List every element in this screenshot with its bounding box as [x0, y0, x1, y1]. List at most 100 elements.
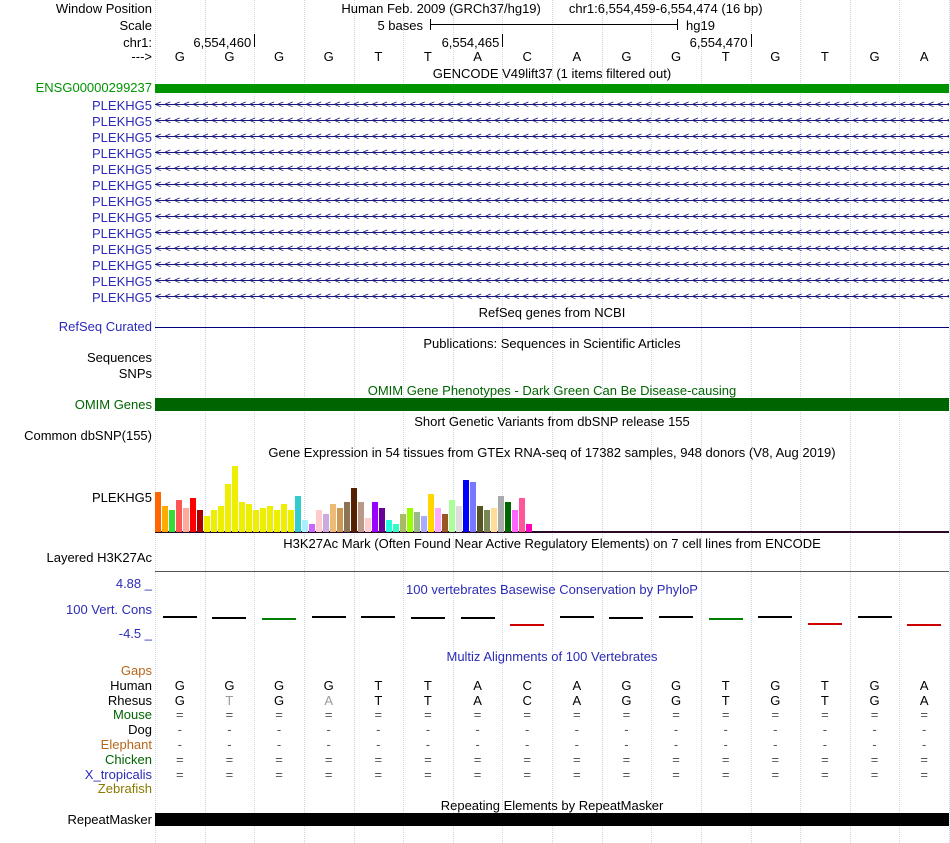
track-title-repeatmasker[interactable]: Repeating Elements by RepeatMasker: [155, 799, 949, 812]
gencode-transcript-label[interactable]: PLEKHG5: [0, 243, 152, 256]
gtex-expression-bar[interactable]: [428, 494, 434, 532]
gtex-expression-bar[interactable]: [274, 510, 280, 532]
gtex-gene-label[interactable]: PLEKHG5: [0, 491, 152, 504]
gtex-expression-bar[interactable]: [379, 508, 385, 532]
multiz-species-label[interactable]: Dog: [0, 723, 152, 736]
h3k27ac-track-label[interactable]: Layered H3K27Ac: [0, 551, 152, 564]
track-title-phylop[interactable]: 100 vertebrates Basewise Conservation by…: [155, 583, 949, 596]
gencode-transcript-label[interactable]: PLEKHG5: [0, 227, 152, 240]
gencode-gene-label[interactable]: ENSG00000299237: [0, 81, 152, 94]
gtex-expression-bar[interactable]: [372, 502, 378, 532]
refseq-curated-label[interactable]: RefSeq Curated: [0, 320, 152, 333]
track-title-gtex[interactable]: Gene Expression in 54 tissues from GTEx …: [155, 446, 949, 459]
gtex-expression-bar[interactable]: [316, 510, 322, 532]
multiz-species-label[interactable]: Zebrafish: [0, 782, 152, 795]
gtex-expression-bar[interactable]: [302, 520, 308, 532]
gencode-transcript-label[interactable]: PLEKHG5: [0, 195, 152, 208]
multiz-species-label[interactable]: Chicken: [0, 753, 152, 766]
track-title-omim[interactable]: OMIM Gene Phenotypes - Dark Green Can Be…: [155, 384, 949, 397]
gencode-transcript-label[interactable]: PLEKHG5: [0, 259, 152, 272]
gtex-expression-bar[interactable]: [232, 466, 238, 532]
gencode-transcript-line[interactable]: <<<<<<<<<<<<<<<<<<<<<<<<<<<<<<<<<<<<<<<<…: [155, 257, 949, 273]
gtex-expression-bar[interactable]: [463, 480, 469, 532]
gencode-transcript-line[interactable]: <<<<<<<<<<<<<<<<<<<<<<<<<<<<<<<<<<<<<<<<…: [155, 97, 949, 113]
gtex-expression-bar[interactable]: [169, 510, 175, 532]
track-title-gencode[interactable]: GENCODE V49lift37 (1 items filtered out): [155, 67, 949, 80]
gtex-expression-bar[interactable]: [344, 502, 350, 532]
dbsnp-track-label[interactable]: Common dbSNP(155): [0, 429, 152, 442]
gencode-transcript-line[interactable]: <<<<<<<<<<<<<<<<<<<<<<<<<<<<<<<<<<<<<<<<…: [155, 161, 949, 177]
gtex-expression-bar[interactable]: [246, 504, 252, 532]
gtex-expression-bar[interactable]: [351, 488, 357, 532]
gencode-transcript-line[interactable]: <<<<<<<<<<<<<<<<<<<<<<<<<<<<<<<<<<<<<<<<…: [155, 289, 949, 305]
gtex-expression-bar[interactable]: [309, 524, 315, 532]
gtex-expression-bar[interactable]: [393, 524, 399, 532]
gtex-expression-bar[interactable]: [323, 514, 329, 532]
multiz-species-label[interactable]: X_tropicalis: [0, 768, 152, 781]
phylop-track-label[interactable]: 100 Vert. Cons: [0, 603, 152, 616]
gencode-transcript-line[interactable]: <<<<<<<<<<<<<<<<<<<<<<<<<<<<<<<<<<<<<<<<…: [155, 273, 949, 289]
refseq-curated-line[interactable]: [155, 327, 949, 328]
gtex-expression-bar[interactable]: [358, 502, 364, 532]
gencode-gene-bar[interactable]: [155, 84, 949, 93]
track-title-dbsnp[interactable]: Short Genetic Variants from dbSNP releas…: [155, 415, 949, 428]
gtex-expression-bar[interactable]: [519, 498, 525, 532]
gtex-expression-bar[interactable]: [190, 498, 196, 532]
multiz-species-label[interactable]: Gaps: [0, 664, 152, 677]
multiz-species-label[interactable]: Human: [0, 679, 152, 692]
gtex-expression-bar[interactable]: [456, 506, 462, 532]
gtex-expression-bar[interactable]: [155, 492, 161, 532]
gtex-expression-bar[interactable]: [281, 504, 287, 532]
gencode-transcript-line[interactable]: <<<<<<<<<<<<<<<<<<<<<<<<<<<<<<<<<<<<<<<<…: [155, 113, 949, 129]
repeatmasker-track-label[interactable]: RepeatMasker: [0, 813, 152, 826]
gtex-expression-bar[interactable]: [211, 510, 217, 532]
gtex-expression-bar[interactable]: [288, 510, 294, 532]
gencode-transcript-label[interactable]: PLEKHG5: [0, 99, 152, 112]
gencode-transcript-label[interactable]: PLEKHG5: [0, 275, 152, 288]
gtex-expression-bar[interactable]: [484, 510, 490, 532]
gtex-expression-bar[interactable]: [365, 518, 371, 532]
gtex-expression-bar[interactable]: [498, 496, 504, 532]
track-title-publications[interactable]: Publications: Sequences in Scientific Ar…: [155, 337, 949, 350]
omim-genes-label[interactable]: OMIM Genes: [0, 398, 152, 411]
gencode-transcript-line[interactable]: <<<<<<<<<<<<<<<<<<<<<<<<<<<<<<<<<<<<<<<<…: [155, 129, 949, 145]
track-title-multiz[interactable]: Multiz Alignments of 100 Vertebrates: [155, 650, 949, 663]
gtex-expression-bar[interactable]: [449, 500, 455, 532]
gtex-expression-bar[interactable]: [470, 482, 476, 532]
gtex-expression-bar[interactable]: [253, 510, 259, 532]
gtex-expression-bar[interactable]: [505, 502, 511, 532]
gencode-transcript-label[interactable]: PLEKHG5: [0, 147, 152, 160]
gtex-expression-bar[interactable]: [400, 514, 406, 532]
gencode-transcript-label[interactable]: PLEKHG5: [0, 211, 152, 224]
gencode-transcript-label[interactable]: PLEKHG5: [0, 163, 152, 176]
gtex-expression-bar[interactable]: [512, 510, 518, 532]
gtex-expression-bar[interactable]: [407, 508, 413, 532]
gencode-transcript-line[interactable]: <<<<<<<<<<<<<<<<<<<<<<<<<<<<<<<<<<<<<<<<…: [155, 209, 949, 225]
gtex-expression-bar[interactable]: [337, 508, 343, 532]
gencode-transcript-line[interactable]: <<<<<<<<<<<<<<<<<<<<<<<<<<<<<<<<<<<<<<<<…: [155, 193, 949, 209]
gtex-expression-bar[interactable]: [183, 508, 189, 532]
gtex-expression-bar[interactable]: [267, 506, 273, 532]
gtex-expression-bar[interactable]: [225, 484, 231, 532]
publications-sequences-label[interactable]: Sequences: [0, 351, 152, 364]
omim-gene-bar[interactable]: [155, 398, 949, 411]
gtex-expression-bar[interactable]: [386, 520, 392, 532]
track-title-refseq[interactable]: RefSeq genes from NCBI: [155, 306, 949, 319]
gencode-transcript-line[interactable]: <<<<<<<<<<<<<<<<<<<<<<<<<<<<<<<<<<<<<<<<…: [155, 241, 949, 257]
gtex-expression-bar[interactable]: [435, 508, 441, 532]
repeatmasker-bar[interactable]: [155, 813, 949, 826]
gtex-expression-bar[interactable]: [162, 506, 168, 532]
gtex-expression-bar[interactable]: [491, 508, 497, 532]
gencode-transcript-label[interactable]: PLEKHG5: [0, 179, 152, 192]
gtex-expression-bar[interactable]: [477, 506, 483, 532]
gtex-expression-bar[interactable]: [442, 514, 448, 532]
multiz-species-label[interactable]: Elephant: [0, 738, 152, 751]
gtex-expression-bar[interactable]: [176, 500, 182, 532]
track-title-h3k27ac[interactable]: H3K27Ac Mark (Often Found Near Active Re…: [155, 537, 949, 550]
multiz-species-label[interactable]: Rhesus: [0, 694, 152, 707]
gencode-transcript-line[interactable]: <<<<<<<<<<<<<<<<<<<<<<<<<<<<<<<<<<<<<<<<…: [155, 177, 949, 193]
gtex-expression-bar[interactable]: [414, 512, 420, 532]
gtex-expression-bar[interactable]: [197, 510, 203, 532]
gtex-expression-bar[interactable]: [204, 516, 210, 532]
multiz-species-label[interactable]: Mouse: [0, 708, 152, 721]
